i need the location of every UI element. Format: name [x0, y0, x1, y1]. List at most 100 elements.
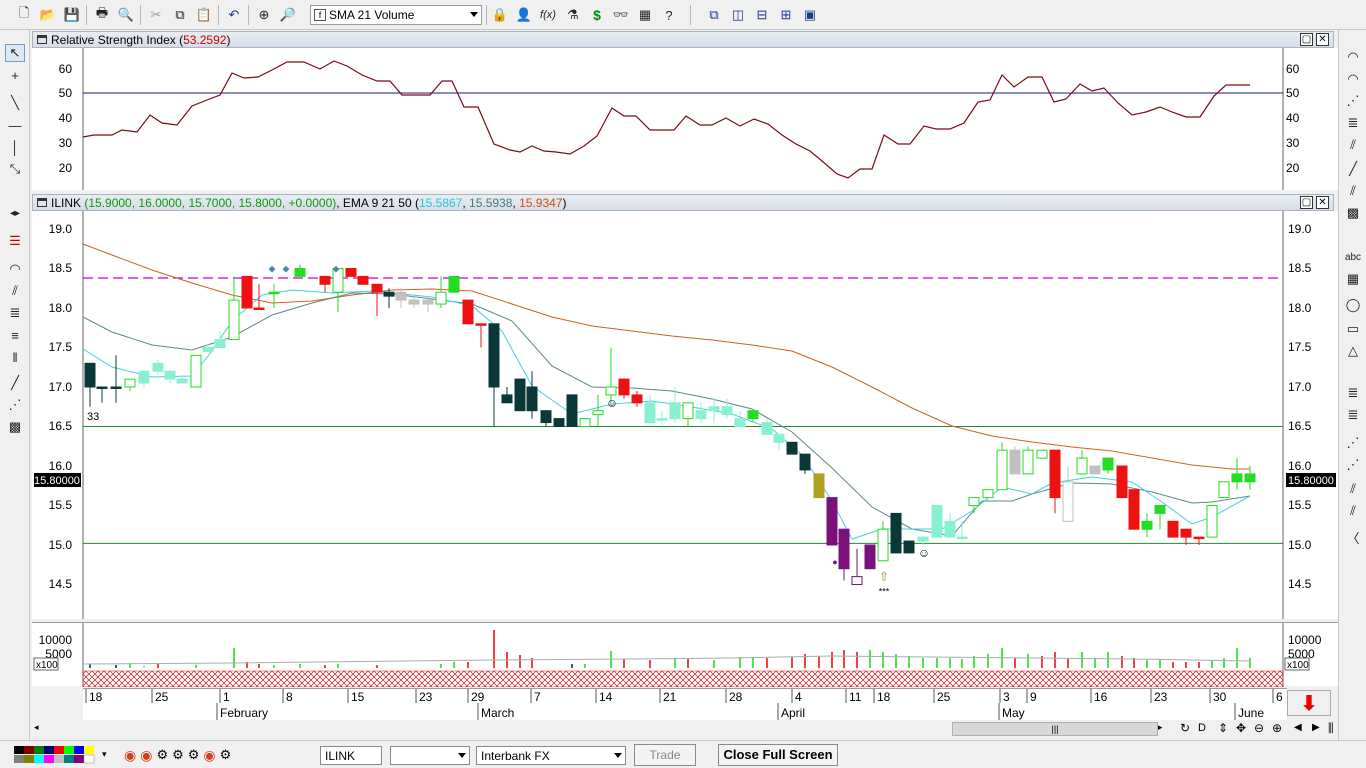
copy-icon[interactable]: ⧉	[170, 5, 190, 25]
chrome-icon[interactable]: ◉	[124, 747, 136, 764]
tile-grid-icon[interactable]: ⊞	[776, 5, 796, 25]
scroll-right-icon[interactable]: ▸	[1158, 722, 1163, 733]
rectangle-icon[interactable]: ▭	[1343, 320, 1363, 338]
rsi-chart[interactable]: 60 60 50 50 40 40 30 30 20 20	[32, 48, 1338, 190]
cascade-windows-icon[interactable]: ⧉	[704, 5, 724, 25]
bars-icon[interactable]: ⫼	[1328, 721, 1334, 736]
cycle-lines-icon[interactable]: ‖	[5, 348, 25, 366]
retracement-icon[interactable]: ≣	[5, 304, 25, 322]
line-tool-icon[interactable]: ╱	[5, 374, 25, 392]
chrome-icon[interactable]: ◉	[140, 747, 152, 764]
dollar-icon[interactable]: $	[587, 5, 607, 25]
feed-select[interactable]: Interbank FX	[476, 746, 626, 765]
price-pane[interactable]: 19.0 19.0 18.5 18.5 18.0 18.0 17.5 17.5 17.0 17.0…	[32, 211, 1338, 619]
levels-2-icon[interactable]: ≣	[1343, 406, 1363, 424]
scroll-arrows-icon[interactable]: ◂▸	[5, 204, 25, 222]
indicator-dropdown[interactable]: f SMA 21 Volume	[310, 5, 482, 25]
maximize-icon[interactable]: ▢	[1300, 33, 1313, 46]
robot-icon[interactable]: ⚙	[220, 747, 232, 763]
fan-2-icon[interactable]: ⋰	[1343, 434, 1363, 452]
gann-fan-icon[interactable]: ⋰	[5, 396, 25, 414]
jump-to-latest-icon[interactable]: ⬇	[1287, 690, 1331, 716]
robot-icon[interactable]: ⚙	[156, 747, 168, 763]
scroll-left-icon[interactable]: ◂	[34, 722, 39, 733]
table-tool-icon[interactable]: ▦	[1343, 270, 1363, 288]
trade-button[interactable]: Trade	[634, 744, 696, 766]
crosshair-icon[interactable]: ⊕	[254, 5, 274, 25]
channel-icon[interactable]: ≡	[5, 326, 25, 344]
daily-icon[interactable]: D	[1198, 722, 1206, 734]
fan-3-icon[interactable]: ⋰	[1343, 456, 1363, 474]
lab-icon[interactable]: ⚗	[563, 5, 583, 25]
ellipse-icon[interactable]: ◯	[1343, 296, 1363, 314]
robot-icon[interactable]: ⚙	[188, 747, 200, 763]
rsi-pane[interactable]: 60 60 50 50 40 40 30 30 20 20	[32, 48, 1338, 190]
zoom-in-icon[interactable]: ⊕	[1272, 721, 1282, 735]
channel-lines-icon[interactable]: ≣	[1343, 114, 1363, 132]
page-right-icon[interactable]: ▶	[1312, 722, 1320, 733]
vertical-line-icon[interactable]: │	[5, 138, 25, 156]
paste-icon[interactable]: 📋	[194, 5, 214, 25]
zoom-icon[interactable]: 🔎	[278, 5, 298, 25]
volume-chart[interactable]: 10000 100005000 5000x100 x100	[32, 623, 1338, 688]
page-left-icon[interactable]: ◀	[1294, 722, 1302, 733]
color-palette-swatches[interactable]	[14, 746, 98, 764]
horizontal-line-icon[interactable]: —	[5, 116, 25, 134]
grid-tool-icon[interactable]: ▩	[5, 418, 25, 436]
chevron-down-icon[interactable]: ▾	[102, 749, 107, 760]
speed-lines-icon[interactable]: ⫽	[1343, 480, 1363, 498]
open-folder-icon[interactable]: 📂	[38, 5, 58, 25]
trendline-icon[interactable]: ╲	[5, 94, 25, 112]
tile-horizontal-icon[interactable]: ⊟	[752, 5, 772, 25]
text-tool-icon[interactable]: abc	[1343, 248, 1363, 266]
fibonacci-icon[interactable]: ☰	[5, 232, 25, 250]
triangle-icon[interactable]: △	[1343, 342, 1363, 360]
pointer-icon[interactable]: ↖	[5, 44, 25, 62]
color-palette[interactable]	[14, 746, 98, 764]
cut-icon[interactable]: ✂	[146, 5, 166, 25]
parallel-lines-icon[interactable]: ⫽	[1343, 136, 1363, 154]
close-icon[interactable]: ✕	[1316, 33, 1329, 46]
print-icon[interactable]: 🖶	[92, 5, 112, 25]
curve-icon[interactable]: 〈	[1343, 528, 1363, 546]
price-chart[interactable]: 19.0 19.0 18.5 18.5 18.0 18.0 17.5 17.5 17.0 17.0…	[32, 211, 1338, 619]
symbol-field[interactable]: ILINK	[320, 746, 382, 765]
hatch-icon[interactable]: ▩	[1343, 204, 1363, 222]
expert-icon[interactable]: 👤	[514, 5, 534, 25]
diagonal-line-icon[interactable]: ╱	[1343, 160, 1363, 178]
arc-tool-icon[interactable]: ◠	[1343, 48, 1363, 66]
maximize-icon[interactable]: ▢	[1300, 196, 1313, 209]
refresh-icon[interactable]: ↻	[1180, 721, 1190, 735]
undo-icon[interactable]: ↶	[224, 5, 244, 25]
close-icon[interactable]: ✕	[1316, 196, 1329, 209]
crosshair-tool-icon[interactable]: +	[5, 66, 25, 84]
new-file-icon[interactable]: 🗋	[14, 5, 34, 25]
arc-icon[interactable]: ◠	[5, 260, 25, 278]
vertical-arrows-icon[interactable]: ⇕	[1218, 721, 1228, 735]
speed-lines-2-icon[interactable]: ⫽	[1343, 502, 1363, 520]
layout-icon[interactable]: ▣	[800, 5, 820, 25]
move-icon[interactable]: ✥	[1236, 721, 1246, 735]
price-tick-left: 18.5	[49, 261, 73, 275]
levels-icon[interactable]: ≣	[1343, 384, 1363, 402]
scanner-icon[interactable]: ▦	[635, 5, 655, 25]
fan-icon[interactable]: ⫽	[5, 282, 25, 300]
help-cursor-icon[interactable]: ?	[659, 5, 679, 25]
volume-pane[interactable]: 10000 10000 5000 5000 x100 x100	[32, 622, 1338, 688]
robot-icon[interactable]: ⚙	[172, 747, 184, 763]
formula-icon[interactable]: f(x)	[538, 5, 558, 25]
scrollbar-thumb[interactable]: |||	[952, 722, 1158, 736]
chrome-icon[interactable]: ◉	[203, 747, 215, 764]
print-preview-icon[interactable]: 🔍	[116, 5, 136, 25]
lock-icon[interactable]: 🔒	[490, 5, 510, 25]
fan-lines-icon[interactable]: ⫽	[1343, 182, 1363, 200]
empty-select[interactable]	[390, 746, 470, 765]
gann-icon[interactable]: ⋰	[1343, 92, 1363, 110]
tile-vertical-icon[interactable]: ◫	[728, 5, 748, 25]
zoom-out-icon[interactable]: ⊖	[1254, 721, 1264, 735]
arc-tool-2-icon[interactable]: ◠	[1343, 70, 1363, 88]
ray-icon[interactable]: ⤡	[5, 160, 25, 178]
save-icon[interactable]: 💾	[62, 5, 82, 25]
close-fullscreen-button[interactable]: Close Full Screen	[718, 744, 838, 766]
binoculars-icon[interactable]: 👓	[611, 5, 631, 25]
